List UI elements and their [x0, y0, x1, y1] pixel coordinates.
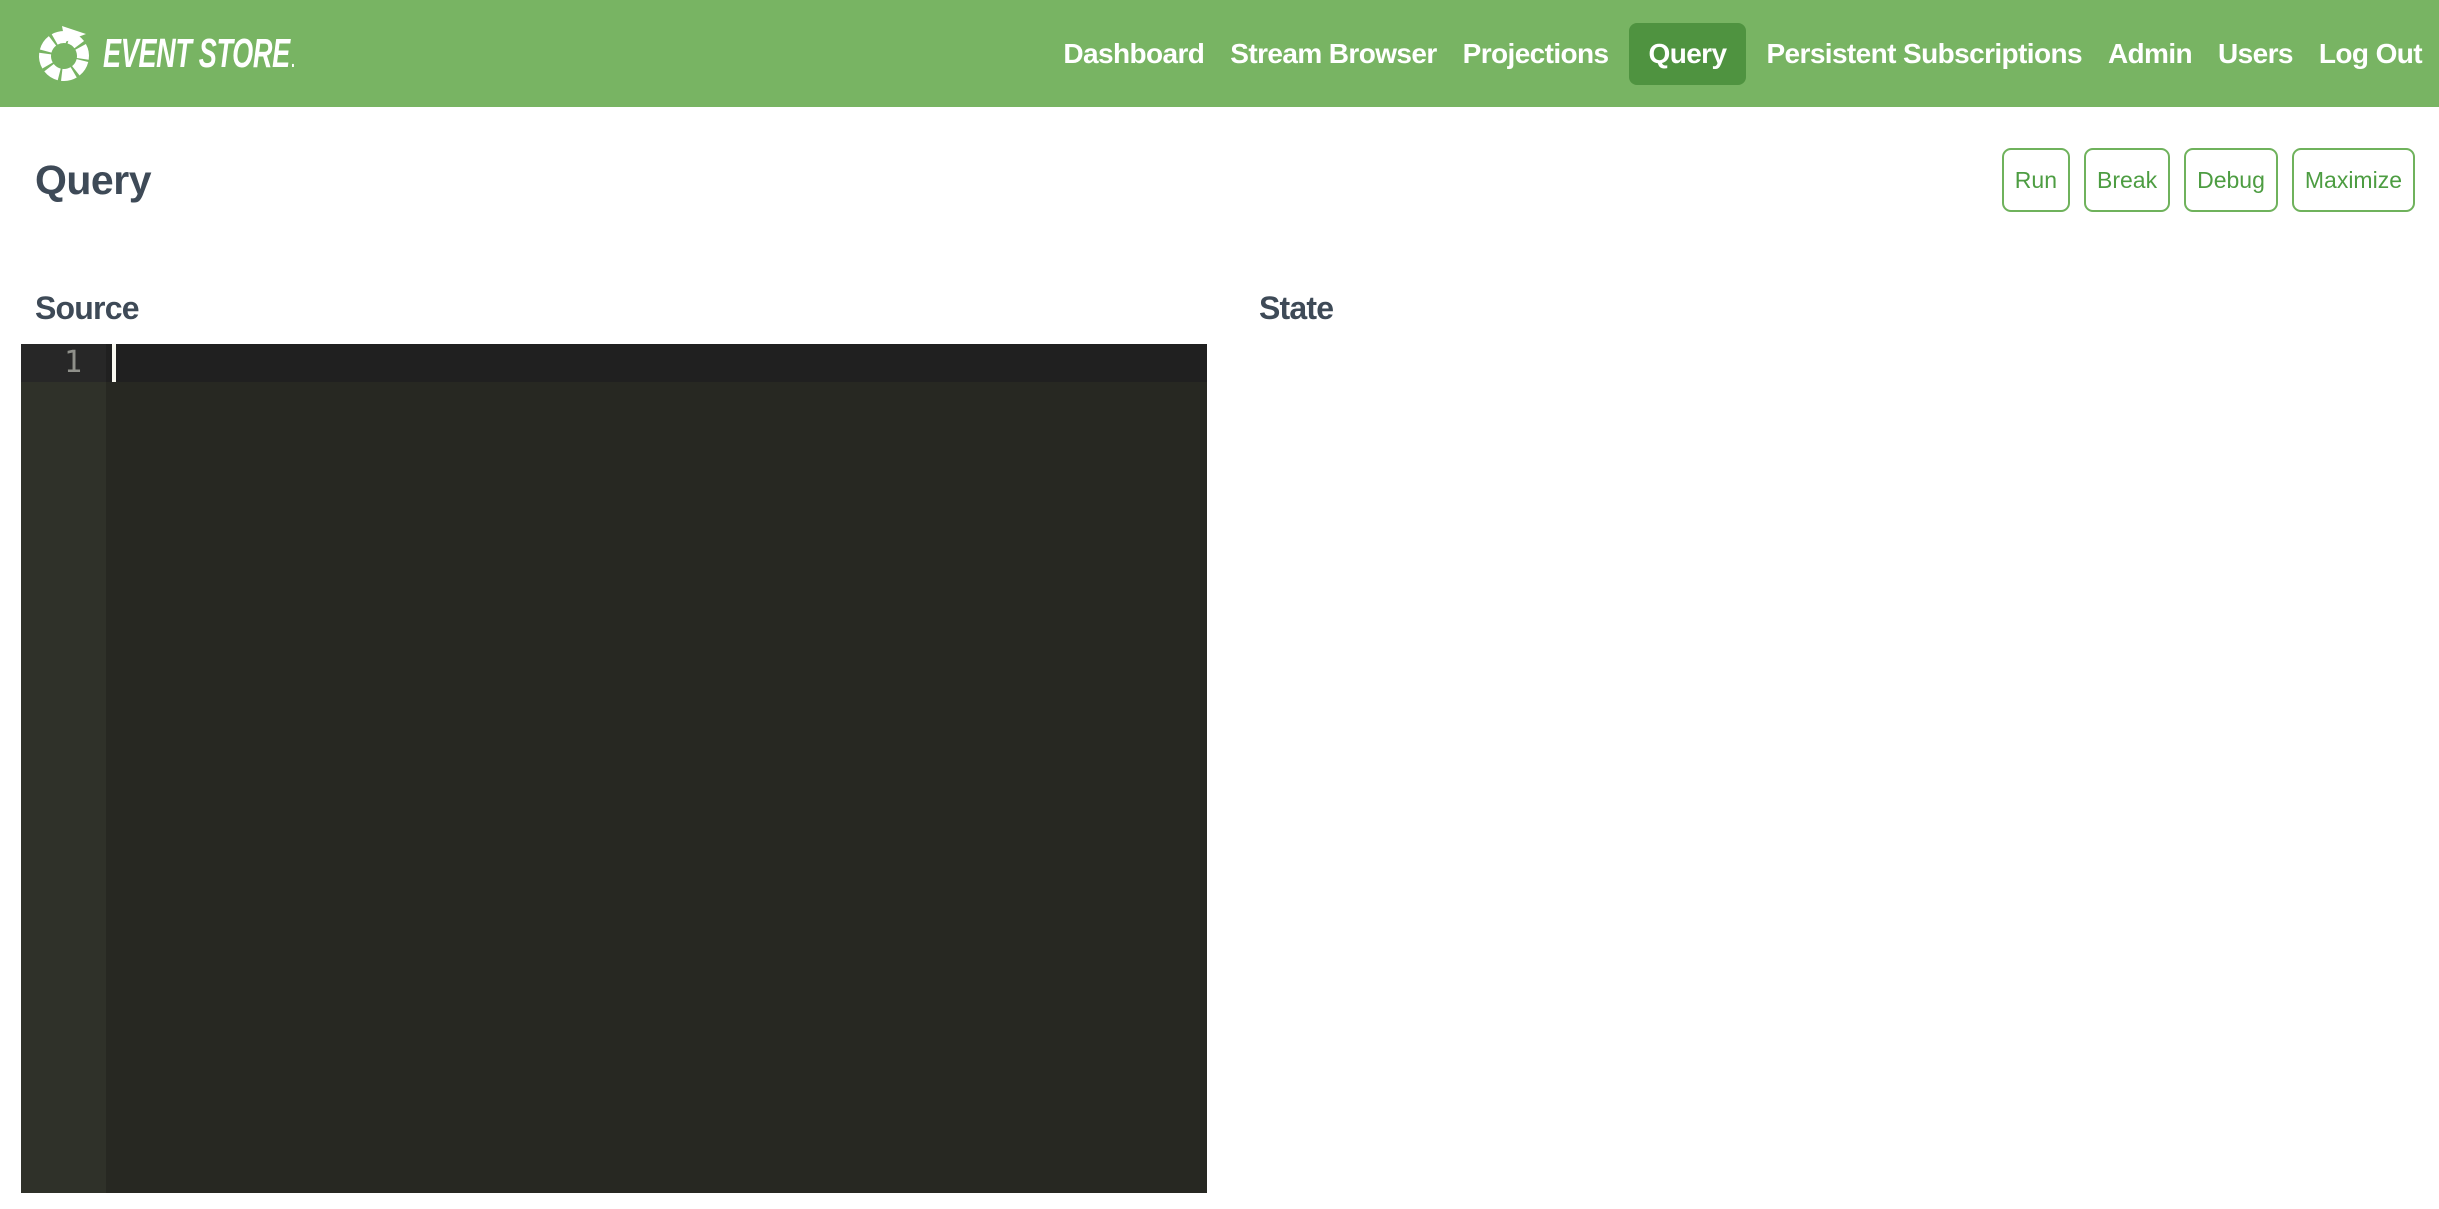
- brand-wordmark: EVENT STORE.: [103, 30, 295, 77]
- nav-item-query[interactable]: Query: [1629, 23, 1747, 85]
- nav-item-persistent-subscriptions[interactable]: Persistent Subscriptions: [1753, 38, 2094, 70]
- state-panel: State: [1245, 288, 2415, 1193]
- brand-name: EVENT STORE: [103, 30, 290, 76]
- nav-item-admin[interactable]: Admin: [2095, 38, 2205, 70]
- nav-item-projections[interactable]: Projections: [1450, 38, 1622, 70]
- top-nav: EVENT STORE. Dashboard Stream Browser Pr…: [0, 0, 2439, 107]
- debug-button[interactable]: Debug: [2184, 148, 2278, 212]
- break-button[interactable]: Break: [2084, 148, 2170, 212]
- nav-item-users[interactable]: Users: [2205, 38, 2306, 70]
- source-panel: Source 1: [21, 288, 1207, 1193]
- state-content: [1245, 328, 2415, 368]
- source-label: Source: [35, 288, 1207, 328]
- text-cursor: [112, 344, 116, 382]
- maximize-button[interactable]: Maximize: [2292, 148, 2415, 212]
- line-number-1: 1: [21, 344, 106, 382]
- query-toolbar: Run Break Debug Maximize: [2002, 148, 2415, 212]
- run-button[interactable]: Run: [2002, 148, 2070, 212]
- nav-links: Dashboard Stream Browser Projections Que…: [1050, 23, 2435, 85]
- page-title: Query: [35, 157, 151, 204]
- editor-content-area[interactable]: [106, 344, 1207, 1193]
- event-store-logo-icon: [35, 25, 93, 85]
- brand-home-link[interactable]: EVENT STORE.: [35, 0, 393, 107]
- brand-trademark-dot: .: [291, 50, 294, 72]
- editor-active-line: [106, 344, 1207, 382]
- panels-row: Source 1 State: [0, 288, 2439, 1193]
- nav-item-log-out[interactable]: Log Out: [2306, 38, 2435, 70]
- editor-gutter: 1: [21, 344, 106, 1193]
- main-content: Query Run Break Debug Maximize Source 1: [0, 148, 2439, 1193]
- state-label: State: [1259, 288, 2415, 328]
- nav-item-stream-browser[interactable]: Stream Browser: [1217, 38, 1449, 70]
- nav-item-dashboard[interactable]: Dashboard: [1050, 38, 1217, 70]
- page-header: Query Run Break Debug Maximize: [35, 148, 2415, 212]
- query-source-editor[interactable]: 1: [21, 344, 1207, 1193]
